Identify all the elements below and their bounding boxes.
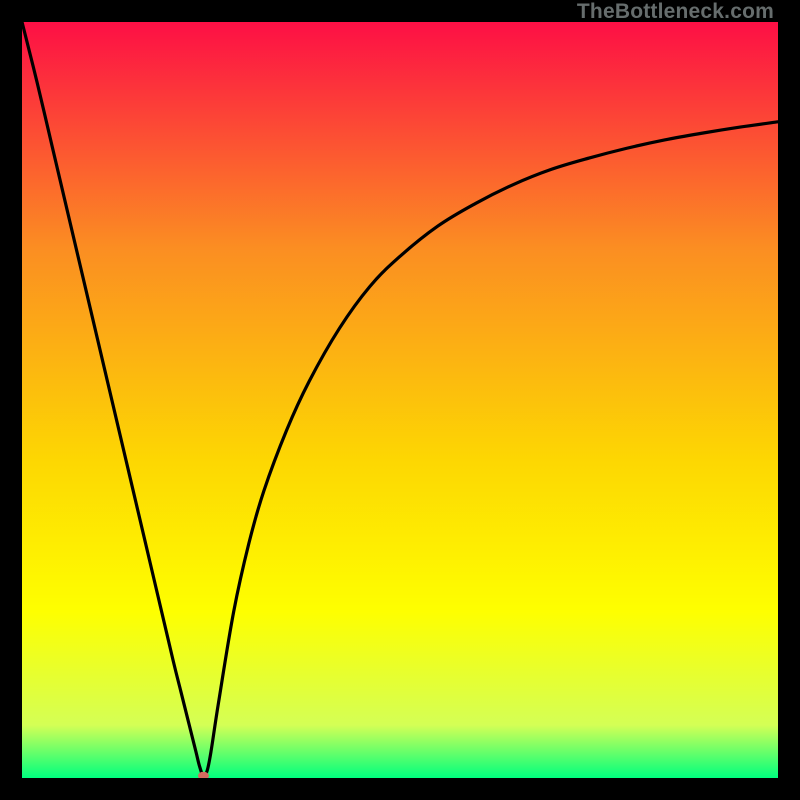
gradient-background (22, 22, 778, 778)
chart-frame (22, 22, 778, 778)
chart-svg (22, 22, 778, 778)
watermark-text: TheBottleneck.com (577, 0, 774, 24)
